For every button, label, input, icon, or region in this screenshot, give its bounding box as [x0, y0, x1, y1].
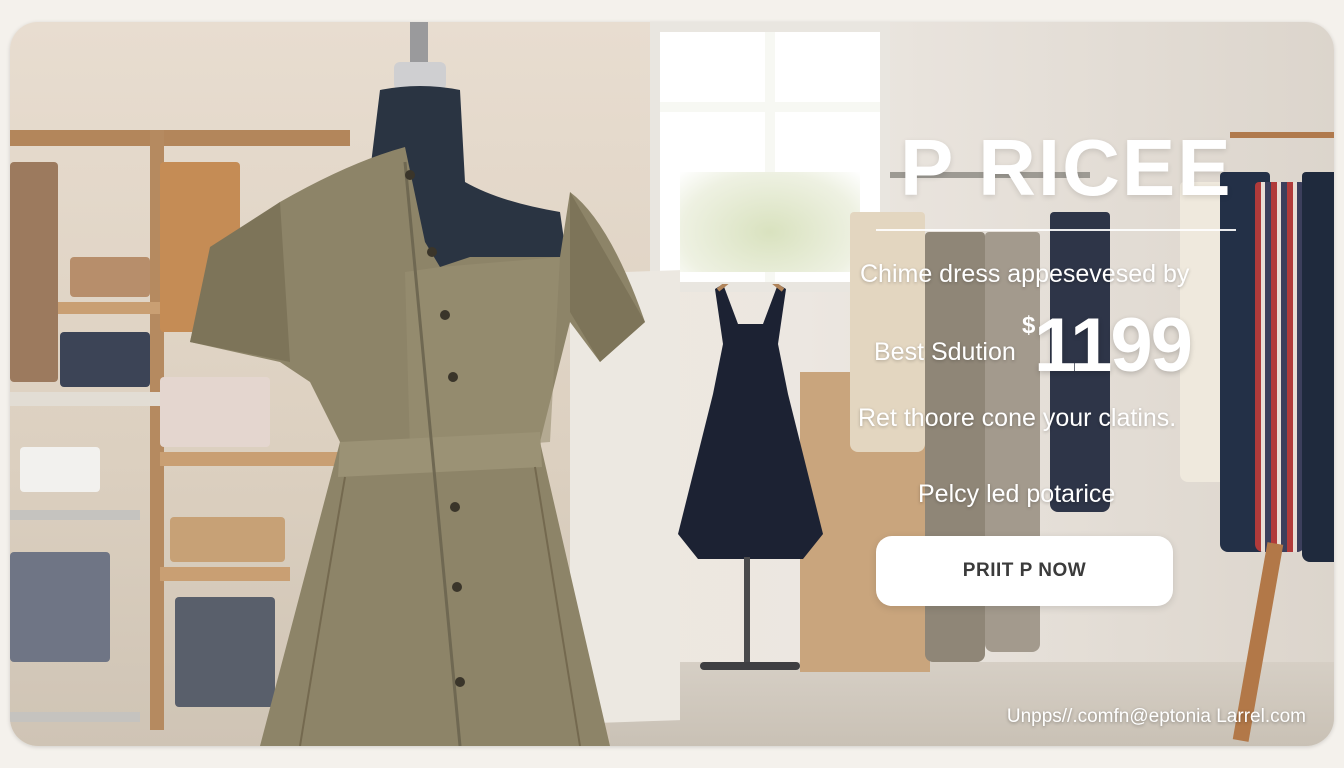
tagline: Chime dress appesevesed by [860, 260, 1190, 288]
price-label: Best Sdution [874, 338, 1016, 366]
promo-overlay: P RICEE Chime dress appesevesed by Best … [840, 92, 1260, 652]
stand-base [700, 662, 800, 670]
mugs [20, 447, 100, 492]
shelf-board [10, 510, 140, 520]
price-row: Best Sdution $ 1199 [874, 302, 1234, 388]
hanging-shirt [1302, 172, 1334, 562]
mannequin-with-dress [190, 22, 645, 746]
subtext: Ret thoore cone your clatins. [858, 404, 1177, 432]
folded-clothes [60, 332, 150, 387]
shelf-board [10, 392, 160, 406]
navy-dress [678, 284, 823, 559]
cta-button[interactable]: PRIIT P NOW [876, 536, 1173, 606]
shelf-board [10, 712, 140, 722]
stand-pole [744, 557, 750, 667]
floor [610, 662, 1334, 746]
ad-card: P RICEE Chime dress appesevesed by Best … [10, 22, 1334, 746]
secondary-text: Pelcy led potarice [918, 480, 1116, 508]
price-value: 1199 [1034, 303, 1193, 388]
folded-clothes [70, 257, 150, 297]
plaid-shirt [1255, 182, 1305, 552]
folded-garments [10, 552, 110, 662]
hanging-jacket [10, 162, 58, 382]
headline: P RICEE [900, 123, 1233, 212]
footer-url[interactable]: Unpps//.comfn@eptonia Larrel.com [1007, 706, 1306, 728]
divider [876, 229, 1236, 231]
